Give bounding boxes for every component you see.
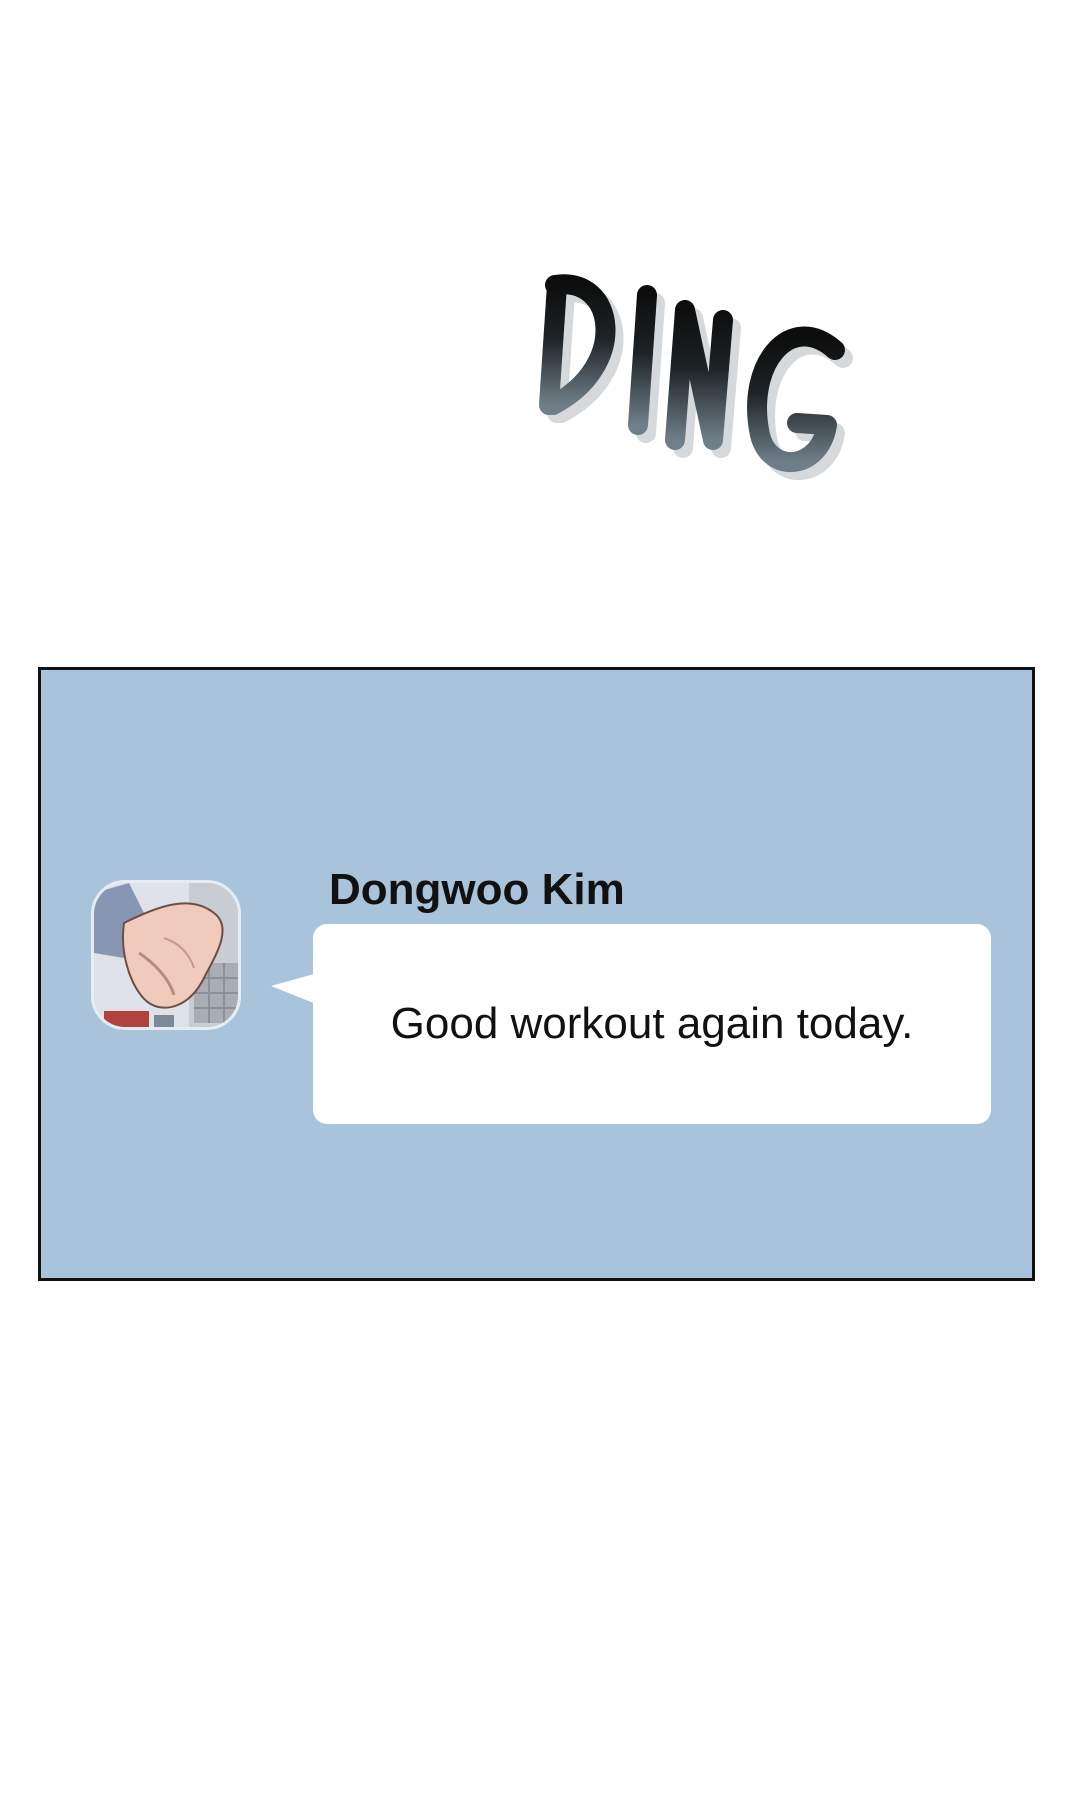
sender-name: Dongwoo Kim <box>329 865 625 914</box>
message-text: Good workout again today. <box>390 999 914 1048</box>
message-notification-panel: Dongwoo Kim Good workout again today. <box>38 667 1035 1281</box>
message-bubble: Good workout again today. <box>313 924 991 1124</box>
sender-avatar <box>91 880 241 1030</box>
ding-sound-effect <box>539 274 853 480</box>
flexed-arm-avatar-icon <box>94 883 238 1027</box>
